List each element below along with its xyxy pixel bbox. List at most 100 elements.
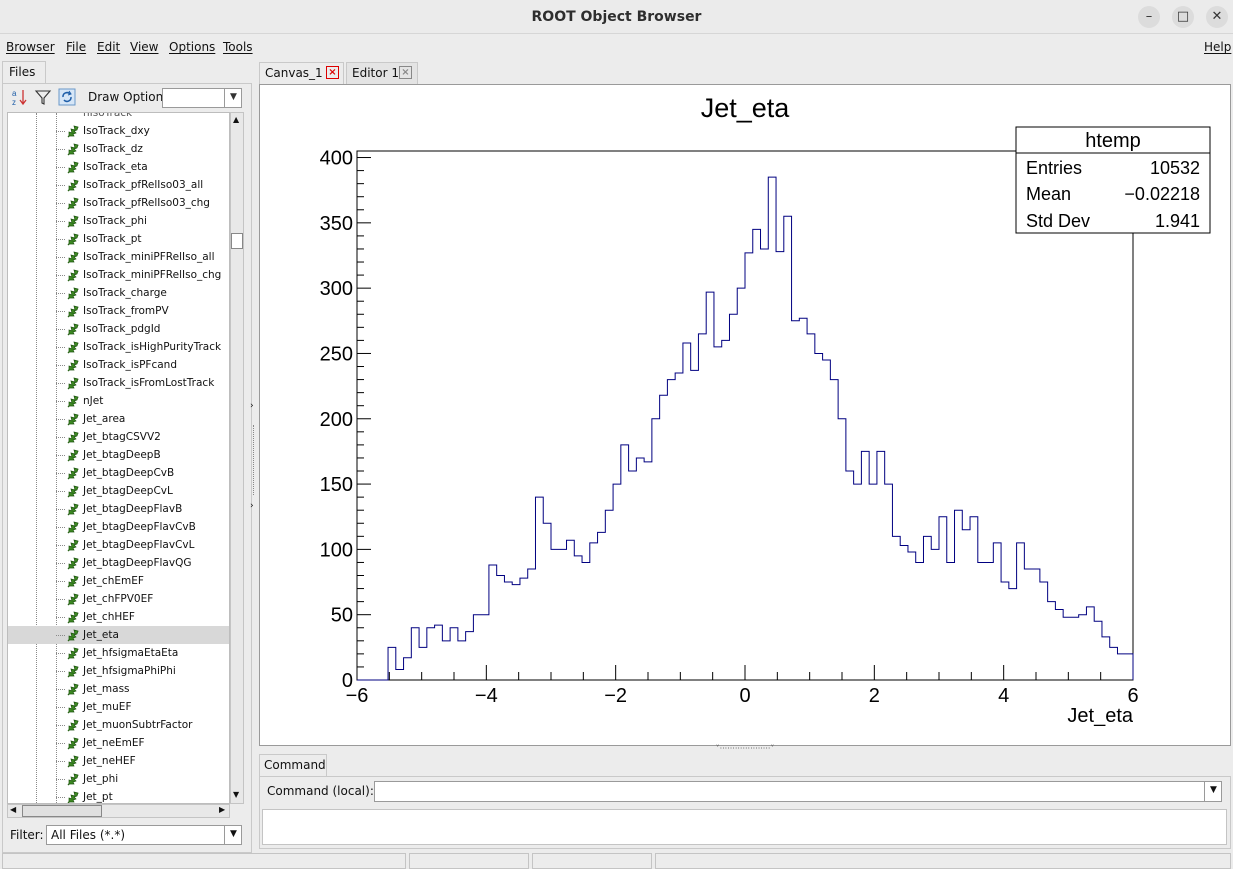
scroll-right-icon[interactable]: ▶ [219,805,225,814]
chevron-down-icon[interactable]: ▼ [1204,781,1222,802]
vertical-splitter[interactable]: › › [250,85,258,855]
tree-item-label: Jet_muonSubtrFactor [83,719,193,731]
close-icon[interactable]: × [399,66,412,79]
tree-item-label: Jet_btagDeepCvB [83,467,175,479]
tab-command[interactable]: Command [259,754,327,776]
tree-item[interactable]: Jet_chHEF [8,608,229,626]
tree-item[interactable]: IsoTrack_isFromLostTrack [8,374,229,392]
menu-help[interactable]: Help [1204,40,1231,54]
scroll-down-icon[interactable]: ▼ [233,790,239,799]
y-tick-label: 350 [320,213,353,235]
tree-item[interactable]: Jet_btagDeepCvB [8,464,229,482]
tree-item[interactable]: Jet_phi [8,770,229,788]
tree-horizontal-scrollbar[interactable]: ◀ ▶ [7,804,230,818]
tree-item[interactable]: Jet_btagDeepFlavQG [8,554,229,572]
horizontal-splitter[interactable]: ˅····················˅ [690,745,800,753]
leaf-icon [66,610,80,624]
tree-item[interactable]: Jet_btagCSVV2 [8,428,229,446]
tree-item[interactable]: Jet_neHEF [8,752,229,770]
hscroll-thumb[interactable] [22,805,102,817]
tree-item[interactable]: Jet_btagDeepCvL [8,482,229,500]
tree-item[interactable]: IsoTrack_pfRelIso03_all [8,176,229,194]
leaf-icon [66,448,80,462]
stats-std-value: 1.941 [1155,211,1200,231]
tree-item-label: Jet_pt [83,791,113,803]
scroll-thumb[interactable] [231,233,243,249]
tree-item[interactable]: Jet_chFPV0EF [8,590,229,608]
tree-item[interactable]: IsoTrack_fromPV [8,302,229,320]
close-icon[interactable]: ✕ [1206,6,1228,28]
leaf-icon [66,520,80,534]
tree-item[interactable]: Jet_hfsigmaPhiPhi [8,662,229,680]
svg-text:a: a [12,89,17,98]
tree-item[interactable]: Jet_neEmEF [8,734,229,752]
tree-item[interactable]: IsoTrack_charge [8,284,229,302]
tree-item[interactable]: IsoTrack_dz [8,140,229,158]
file-tree[interactable]: nIsoTrack IsoTrack_dxy IsoTrack_dz IsoTrac… [7,112,230,804]
tree-item[interactable]: IsoTrack_miniPFRelIso_all [8,248,229,266]
x-tick-label: 6 [1127,685,1138,707]
tree-item[interactable]: Jet_pt [8,788,229,803]
tree-item[interactable]: Jet_btagDeepB [8,446,229,464]
sort-icon[interactable]: az [10,88,30,108]
leaf-icon [66,340,80,354]
leaf-icon [66,502,80,516]
chevron-down-icon[interactable]: ▼ [224,88,242,108]
stats-box[interactable]: htemp Entries 10532 Mean −0.02218 Std De… [1015,126,1211,234]
tab-files[interactable]: Files [2,61,46,83]
scroll-left-icon[interactable]: ◀ [10,805,16,814]
tree-item[interactable]: Jet_btagDeepFlavB [8,500,229,518]
tree-item[interactable]: Jet_muEF [8,698,229,716]
stats-mean-value: −0.02218 [1124,184,1200,204]
scroll-up-icon[interactable]: ▲ [233,115,239,124]
leaf-icon [66,178,80,192]
tree-item-label: Jet_muEF [83,701,132,713]
tree-item-label: Jet_eta [83,629,119,641]
close-icon[interactable]: × [326,66,339,79]
tree-item[interactable]: Jet_hfsigmaEtaEta [8,644,229,662]
tree-item[interactable]: Jet_chEmEF [8,572,229,590]
tree-item[interactable]: IsoTrack_miniPFRelIso_chg [8,266,229,284]
menu-edit[interactable]: Edit [97,40,120,54]
menu-file[interactable]: File [66,40,86,54]
histogram-plot[interactable]: Jet_eta 0 50 100 150 200 250 300 350 400 −6 −4 −2 0… [260,85,1230,745]
filter-combobox[interactable]: All Files (*.*) [46,825,242,845]
tree-item-label: Jet_btagDeepFlavCvL [83,539,195,551]
tree-item[interactable]: IsoTrack_pfRelIso03_chg [8,194,229,212]
chevron-right-icon[interactable]: › [250,401,254,411]
menu-tools[interactable]: Tools [223,40,253,54]
tree-item[interactable]: IsoTrack_eta [8,158,229,176]
tree-item[interactable]: Jet_btagDeepFlavCvB [8,518,229,536]
tree-item[interactable]: Jet_mass [8,680,229,698]
tree-item[interactable]: IsoTrack_pt [8,230,229,248]
command-input[interactable] [374,781,1222,802]
minimize-icon[interactable]: – [1138,6,1160,28]
draw-option-label: Draw Option: [88,90,168,104]
refresh-icon[interactable] [57,88,77,108]
menu-view[interactable]: View [130,40,158,54]
tree-item-label: IsoTrack_dz [83,143,143,155]
tree-item[interactable]: IsoTrack_isPFcand [8,356,229,374]
tree-item-label: IsoTrack_pt [83,233,142,245]
filter-icon[interactable] [33,88,53,108]
tree-item[interactable]: Jet_eta [8,626,229,644]
tree-item[interactable]: IsoTrack_pdgId [8,320,229,338]
menu-browser[interactable]: Browser [6,40,55,54]
tree-item[interactable]: Jet_area [8,410,229,428]
tree-item[interactable]: Jet_btagDeepFlavCvL [8,536,229,554]
tree-item-label: Jet_chFPV0EF [83,593,154,605]
maximize-icon[interactable]: □ [1172,6,1194,28]
tree-item-label: Jet_neEmEF [83,737,145,749]
x-tick-label: 2 [869,685,880,707]
menu-options[interactable]: Options [169,40,215,54]
tree-vertical-scrollbar[interactable]: ▲ ▼ [230,112,244,804]
chevron-down-icon[interactable]: ▼ [224,825,242,845]
y-tick-label: 250 [320,343,353,365]
tree-item[interactable]: IsoTrack_isHighPurityTrack [8,338,229,356]
tree-item[interactable]: IsoTrack_phi [8,212,229,230]
tree-item[interactable]: Jet_muonSubtrFactor [8,716,229,734]
tree-item[interactable]: nJet [8,392,229,410]
tab-editor-label: Editor 1 [352,66,399,80]
chevron-right-icon[interactable]: › [250,501,254,511]
tree-item[interactable]: IsoTrack_dxy [8,122,229,140]
